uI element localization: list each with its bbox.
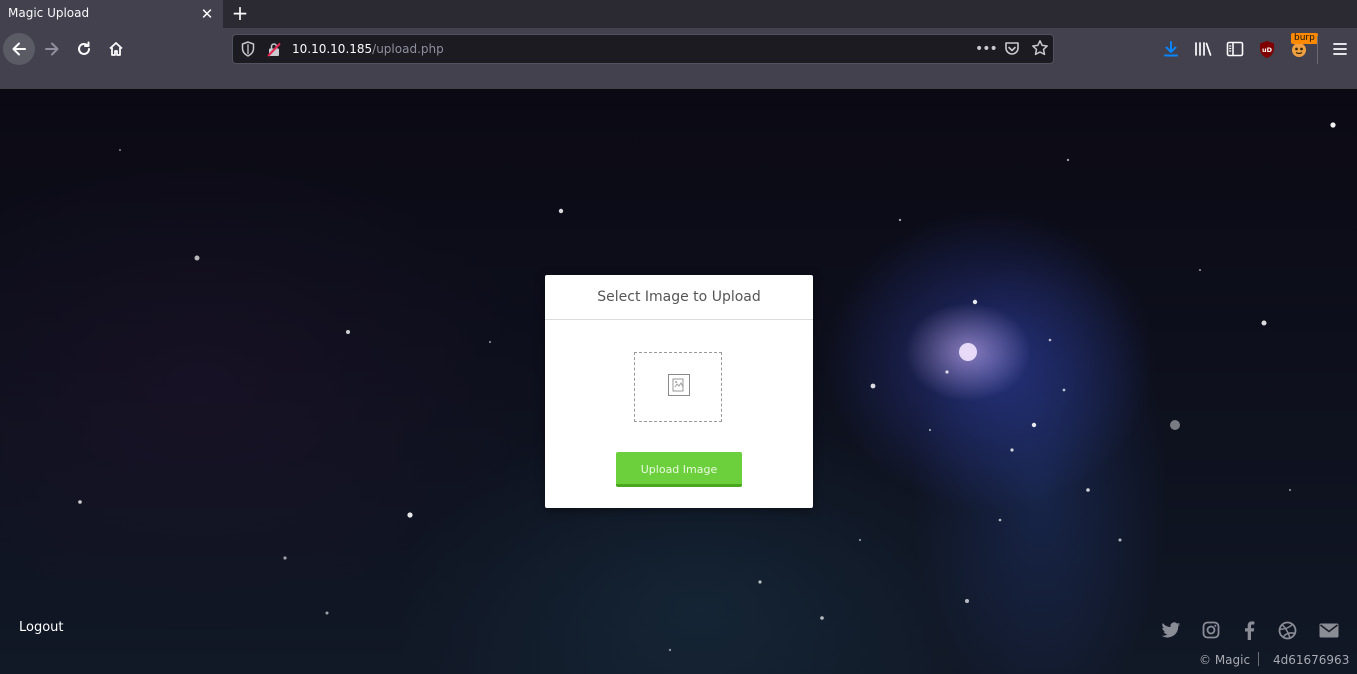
card-divider	[545, 319, 813, 320]
build-id-text: 4d61676963	[1273, 653, 1350, 667]
navigation-toolbar: 10.10.10.185/upload.php ••• uD burp	[0, 28, 1357, 90]
page-actions-icon[interactable]: •••	[975, 39, 998, 59]
address-bar[interactable]: 10.10.10.185/upload.php •••	[232, 34, 1054, 64]
reload-icon	[78, 41, 90, 55]
library-icon[interactable]	[1191, 37, 1215, 61]
upload-card: Select Image to Upload Upload Image	[545, 275, 813, 508]
svg-text:uD: uD	[1262, 46, 1273, 54]
forward-icon	[45, 42, 59, 56]
forward-button[interactable]	[36, 33, 68, 65]
home-button[interactable]	[100, 33, 132, 65]
ublock-icon[interactable]: uD	[1255, 37, 1279, 61]
tab-close-icon[interactable]: ✕	[198, 5, 216, 23]
back-button[interactable]	[3, 33, 35, 65]
copyright-text: © Magic	[1199, 653, 1251, 667]
download-icon[interactable]	[1159, 37, 1183, 61]
dribbble-icon[interactable]	[1276, 619, 1298, 641]
twitter-icon[interactable]	[1160, 619, 1182, 641]
home-icon	[109, 42, 123, 56]
logout-link[interactable]: Logout	[19, 620, 64, 635]
url-text[interactable]: 10.10.10.185/upload.php	[292, 42, 444, 56]
page-background: Select Image to Upload Upload Image Logo…	[0, 90, 1357, 674]
tab-strip: Magic Upload ✕ +	[0, 0, 1357, 28]
instagram-icon[interactable]	[1200, 619, 1222, 641]
mail-icon[interactable]	[1318, 619, 1340, 641]
pocket-icon[interactable]	[1003, 40, 1021, 62]
broken-image-icon	[668, 374, 690, 396]
new-tab-icon[interactable]: +	[230, 2, 250, 24]
upload-image-button[interactable]: Upload Image	[616, 452, 742, 487]
toolbar-separator	[1317, 36, 1318, 64]
reload-button[interactable]	[68, 33, 100, 65]
active-tab[interactable]: Magic Upload ✕	[0, 0, 223, 28]
upload-card-title: Select Image to Upload	[597, 289, 761, 305]
hamburger-menu-icon[interactable]	[1328, 37, 1352, 61]
url-path: /upload.php	[372, 42, 444, 56]
url-host: 10.10.10.185	[292, 42, 373, 56]
back-icon	[12, 42, 26, 56]
tab-title: Magic Upload	[8, 6, 90, 20]
insecure-lock-icon[interactable]	[267, 42, 281, 61]
facebook-icon[interactable]	[1238, 619, 1260, 641]
bookmark-star-icon[interactable]	[1031, 39, 1049, 61]
sidebar-icon[interactable]	[1223, 37, 1247, 61]
tracking-shield-icon[interactable]	[241, 41, 255, 61]
footer-separator	[1258, 652, 1259, 666]
burp-badge: burp	[1291, 33, 1318, 44]
image-dropzone[interactable]	[634, 352, 722, 422]
